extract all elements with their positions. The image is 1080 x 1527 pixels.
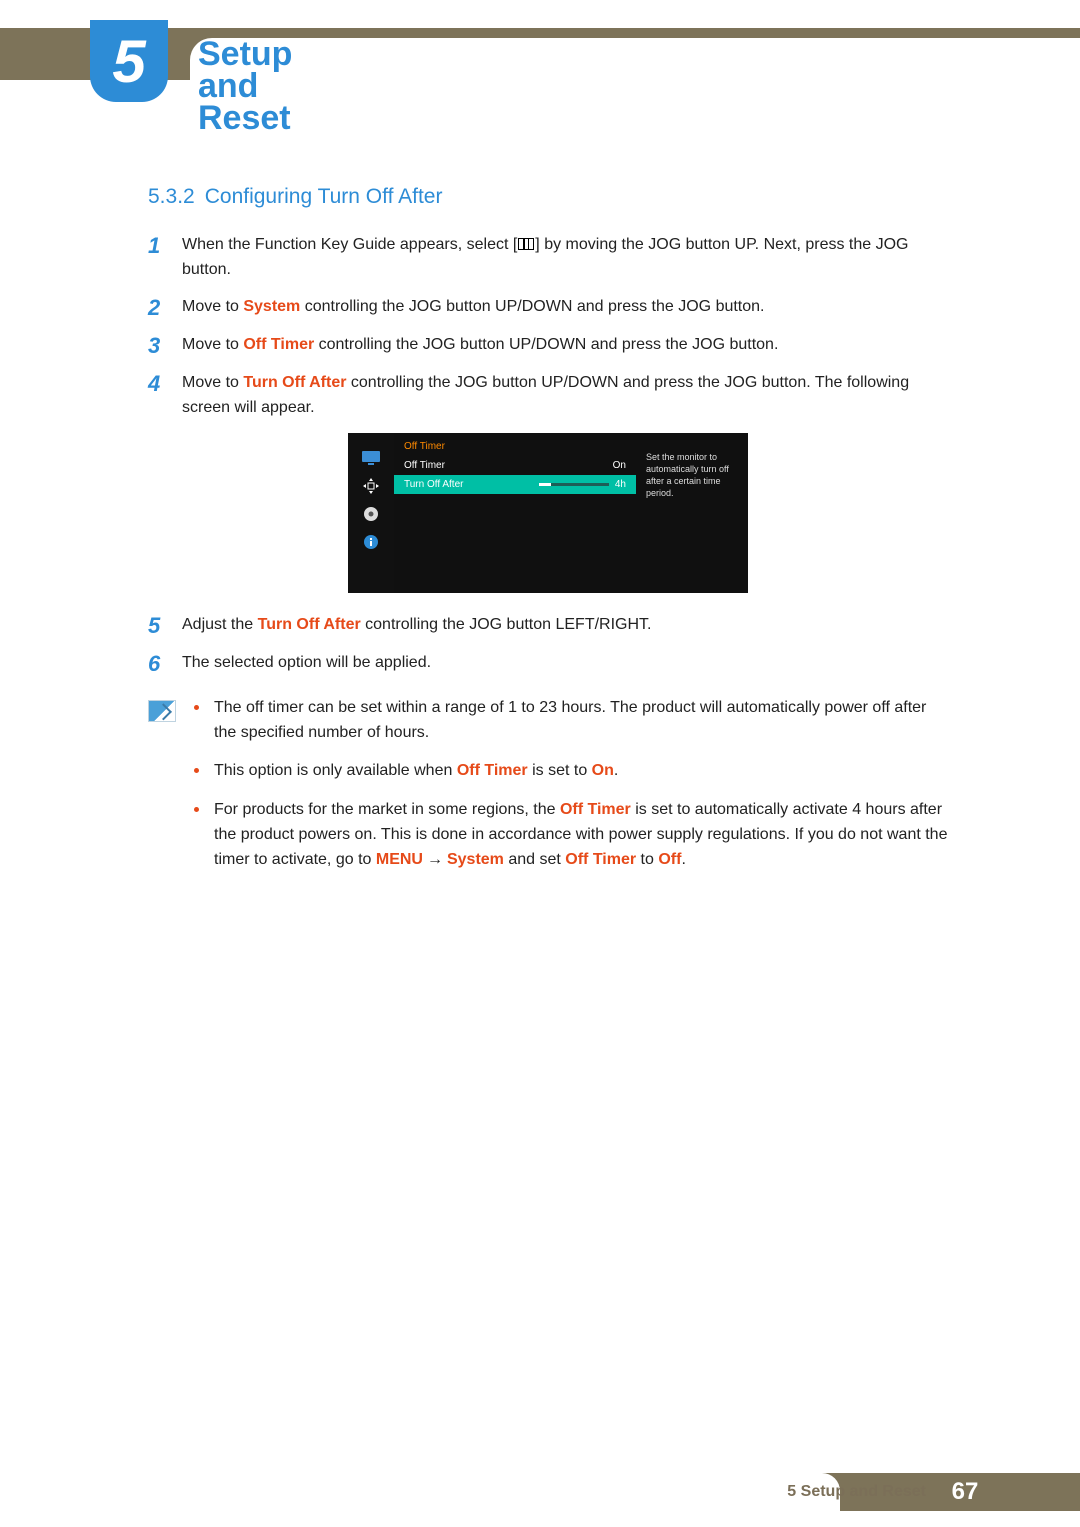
highlight: Off Timer bbox=[457, 762, 528, 779]
highlight: Off Timer bbox=[565, 851, 636, 868]
move-icon bbox=[360, 477, 382, 495]
osd-row-label: Off Timer bbox=[404, 460, 445, 471]
footer-label: 5 Setup and Reset bbox=[787, 1483, 926, 1501]
menu-icon bbox=[518, 238, 534, 250]
step-number: 1 bbox=[148, 233, 182, 283]
step-list: 1 When the Function Key Guide appears, s… bbox=[148, 233, 948, 421]
step-number: 2 bbox=[148, 295, 182, 321]
note-item: For products for the market in some regi… bbox=[194, 798, 948, 872]
step-body: Move to Off Timer controlling the JOG bu… bbox=[182, 333, 948, 359]
highlight: MENU bbox=[376, 851, 423, 868]
osd-sidebar bbox=[348, 433, 394, 593]
osd-main: Off Timer Off Timer On Turn Off After 4h bbox=[394, 433, 636, 593]
note-icon bbox=[148, 700, 176, 722]
highlight: Off Timer bbox=[243, 336, 314, 353]
step-number: 5 bbox=[148, 613, 182, 639]
note-text: to bbox=[636, 851, 658, 868]
note-text: . bbox=[614, 762, 618, 779]
section-heading: 5.3.2 Configuring Turn Off After bbox=[148, 185, 948, 209]
osd-row-value: 4h bbox=[615, 479, 626, 490]
page-content: 5.3.2Configuring Turn Off After 1 When t… bbox=[148, 185, 948, 887]
section-number: 5.3.2 bbox=[148, 185, 195, 208]
step-body: The selected option will be applied. bbox=[182, 651, 948, 677]
note-text: For products for the market in some regi… bbox=[214, 801, 560, 818]
note-text: . bbox=[681, 851, 685, 868]
note-item: This option is only available when Off T… bbox=[194, 759, 948, 784]
note-text: and set bbox=[504, 851, 565, 868]
step-5: 5 Adjust the Turn Off After controlling … bbox=[148, 613, 948, 639]
osd-row-value: On bbox=[613, 460, 626, 471]
monitor-icon bbox=[360, 449, 382, 467]
gear-icon bbox=[360, 505, 382, 523]
step-body: When the Function Key Guide appears, sel… bbox=[182, 233, 948, 283]
note-item: The off timer can be set within a range … bbox=[194, 696, 948, 746]
osd-row-value-wrap: 4h bbox=[539, 479, 626, 490]
footer: 5 Setup and Reset 67 bbox=[787, 1475, 990, 1509]
step-6: 6 The selected option will be applied. bbox=[148, 651, 948, 677]
footer-band-white bbox=[0, 1473, 840, 1511]
step-text: Move to bbox=[182, 336, 243, 353]
highlight: Turn Off After bbox=[258, 616, 361, 633]
chapter-title: Setup and Reset bbox=[190, 38, 1080, 82]
section-title: Configuring Turn Off After bbox=[205, 185, 443, 208]
step-4: 4 Move to Turn Off After controlling the… bbox=[148, 371, 948, 421]
step-text: When the Function Key Guide appears, sel… bbox=[182, 236, 517, 253]
osd-row-offtimer: Off Timer On bbox=[394, 456, 636, 475]
osd-help-panel: Set the monitor to automatically turn of… bbox=[636, 433, 748, 593]
osd-row-turnoffafter: Turn Off After 4h bbox=[394, 475, 636, 494]
highlight: Off Timer bbox=[560, 801, 631, 818]
osd-screenshot: Off Timer Off Timer On Turn Off After 4h… bbox=[148, 433, 948, 593]
highlight: Turn Off After bbox=[243, 374, 346, 391]
step-3: 3 Move to Off Timer controlling the JOG … bbox=[148, 333, 948, 359]
osd-slider bbox=[539, 483, 609, 486]
step-text: Move to bbox=[182, 374, 243, 391]
step-number: 6 bbox=[148, 651, 182, 677]
step-body: Move to Turn Off After controlling the J… bbox=[182, 371, 948, 421]
highlight: System bbox=[447, 851, 504, 868]
osd-row-label: Turn Off After bbox=[404, 479, 463, 490]
chapter-number-badge: 5 bbox=[90, 20, 168, 102]
step-text: controlling the JOG button UP/DOWN and p… bbox=[300, 298, 764, 315]
info-icon bbox=[360, 533, 382, 551]
step-number: 3 bbox=[148, 333, 182, 359]
note-list: The off timer can be set within a range … bbox=[194, 696, 948, 887]
step-text: controlling the JOG button LEFT/RIGHT. bbox=[361, 616, 652, 633]
arrow-icon: → bbox=[427, 848, 443, 873]
step-number: 4 bbox=[148, 371, 182, 421]
step-body: Adjust the Turn Off After controlling th… bbox=[182, 613, 948, 639]
step-text: controlling the JOG button UP/DOWN and p… bbox=[314, 336, 778, 353]
step-text: Move to bbox=[182, 298, 243, 315]
step-text: Adjust the bbox=[182, 616, 258, 633]
footer-page-number: 67 bbox=[940, 1475, 990, 1509]
step-2: 2 Move to System controlling the JOG but… bbox=[148, 295, 948, 321]
step-1: 1 When the Function Key Guide appears, s… bbox=[148, 233, 948, 283]
osd-header: Off Timer bbox=[394, 433, 636, 456]
step-list-2: 5 Adjust the Turn Off After controlling … bbox=[148, 613, 948, 678]
step-body: Move to System controlling the JOG butto… bbox=[182, 295, 948, 321]
highlight: On bbox=[592, 762, 614, 779]
highlight: System bbox=[243, 298, 300, 315]
highlight: Off bbox=[658, 851, 681, 868]
osd-panel: Off Timer Off Timer On Turn Off After 4h… bbox=[348, 433, 748, 593]
note-text: This option is only available when bbox=[214, 762, 457, 779]
note-block: The off timer can be set within a range … bbox=[148, 696, 948, 887]
note-text: is set to bbox=[528, 762, 592, 779]
